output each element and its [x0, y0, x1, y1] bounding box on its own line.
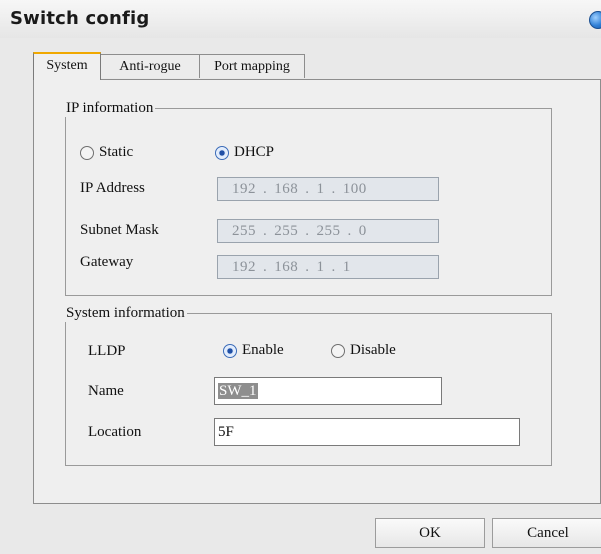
gw-octet-1: 192: [232, 258, 256, 275]
title-bar: Switch config: [0, 0, 601, 38]
mask-octet-1: 255: [232, 222, 256, 239]
static-radio-label: Static: [99, 144, 134, 160]
mask-octet-2: 255: [274, 222, 299, 239]
name-label: Name: [88, 383, 124, 399]
dhcp-radio-label: DHCP: [234, 144, 275, 160]
gw-octet-4: 1: [342, 258, 351, 275]
ok-button[interactable]: OK: [375, 518, 485, 548]
lldp-disable-label: Disable: [350, 342, 396, 358]
location-input[interactable]: 5F: [214, 418, 520, 446]
ip-octet-1: 192: [232, 180, 256, 197]
ip-octet-2: 168: [274, 180, 299, 197]
tab-system[interactable]: System: [33, 52, 101, 80]
switch-config-dialog: Switch config System Anti-rogue Port map…: [0, 0, 601, 554]
gw-octet-2: 168: [274, 258, 299, 275]
name-input-value: SW_1: [218, 383, 258, 399]
name-input[interactable]: SW_1: [214, 377, 442, 405]
lldp-disable-radio[interactable]: Disable: [331, 342, 396, 359]
lldp-disable-indicator: [331, 343, 345, 358]
cancel-button[interactable]: Cancel: [492, 518, 601, 548]
window-title: Switch config: [10, 8, 150, 29]
mask-octet-4: 0: [358, 222, 367, 239]
help-icon[interactable]: [589, 11, 601, 29]
tab-port-mapping[interactable]: Port mapping: [199, 54, 305, 78]
ip-information-legend: IP information: [66, 100, 154, 116]
ip-address-field[interactable]: 192. 168. 1. 100: [217, 177, 439, 201]
static-radio[interactable]: Static: [80, 144, 133, 161]
system-information-group: System information LLDP Enable Disable N…: [65, 305, 552, 466]
gateway-label: Gateway: [80, 254, 134, 270]
ip-address-label: IP Address: [80, 180, 145, 196]
location-label: Location: [88, 424, 142, 440]
static-radio-indicator: [80, 145, 94, 160]
mask-octet-3: 255: [316, 222, 341, 239]
subnet-mask-label: Subnet Mask: [80, 222, 159, 238]
lldp-enable-indicator: [223, 343, 237, 358]
ip-information-group: IP information Static DHCP IP Address 19…: [65, 100, 552, 296]
gateway-field[interactable]: 192. 168. 1. 1: [217, 255, 439, 279]
ip-octet-3: 1: [316, 180, 325, 197]
subnet-mask-field[interactable]: 255. 255. 255. 0: [217, 219, 439, 243]
ip-octet-4: 100: [342, 180, 367, 197]
gw-octet-3: 1: [316, 258, 325, 275]
dhcp-radio[interactable]: DHCP: [215, 144, 274, 161]
tab-anti-rogue[interactable]: Anti-rogue: [100, 54, 200, 78]
lldp-label: LLDP: [88, 343, 126, 359]
lldp-enable-label: Enable: [242, 342, 284, 358]
system-tab-panel: IP information Static DHCP IP Address 19…: [33, 79, 601, 504]
system-information-legend: System information: [66, 305, 185, 321]
lldp-enable-radio[interactable]: Enable: [223, 342, 284, 359]
dhcp-radio-indicator: [215, 145, 229, 160]
